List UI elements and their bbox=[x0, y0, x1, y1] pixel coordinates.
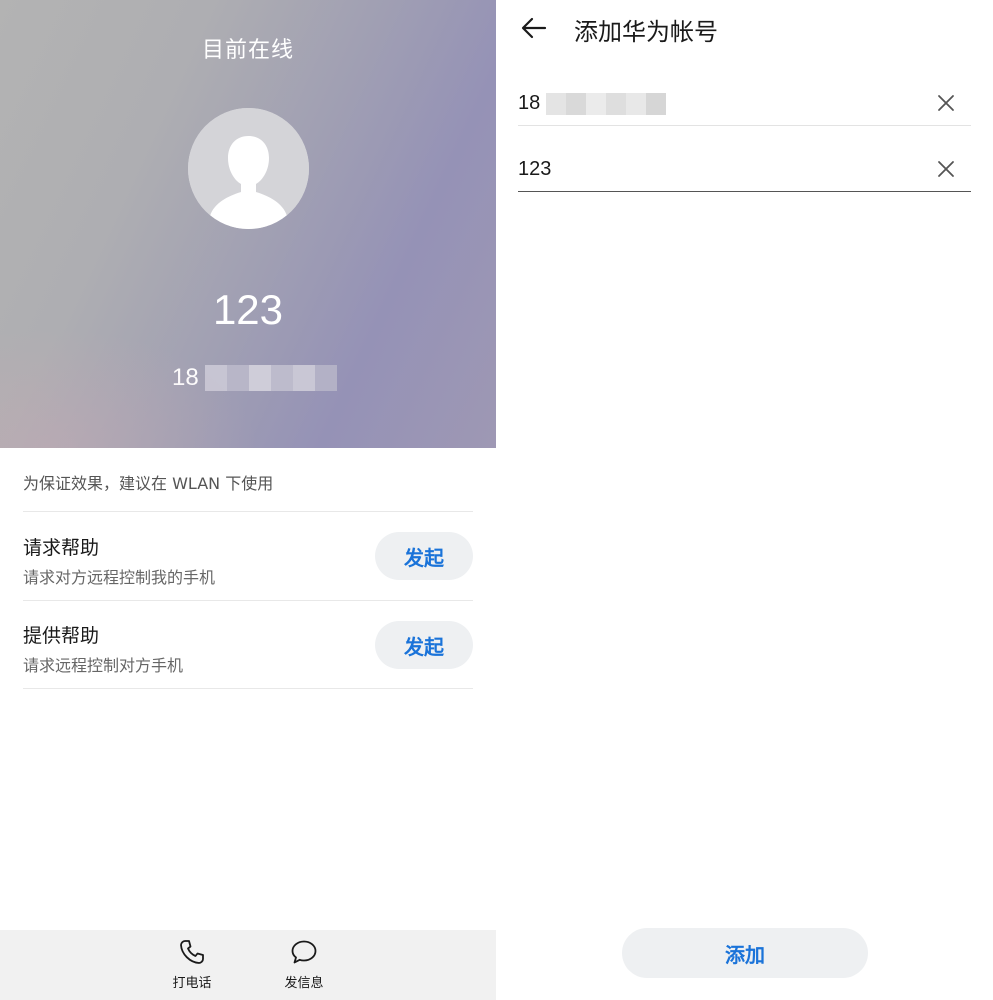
back-button[interactable] bbox=[518, 12, 550, 44]
add-huawei-account-screen: 添加华为帐号 18 123 添加 bbox=[496, 0, 993, 1000]
phone-icon bbox=[180, 940, 204, 964]
close-icon[interactable] bbox=[935, 92, 957, 114]
call-label: 打电话 bbox=[172, 976, 212, 991]
divider bbox=[23, 688, 473, 689]
contact-header: 目前在线 123 18 bbox=[0, 0, 496, 448]
nickname-input[interactable]: 123 bbox=[518, 148, 971, 192]
divider bbox=[23, 511, 473, 512]
contact-phone-text: 18 bbox=[172, 364, 199, 391]
request-help-start-button[interactable]: 发起 bbox=[375, 532, 473, 580]
person-icon bbox=[188, 108, 309, 229]
contact-name: 123 bbox=[212, 286, 284, 333]
message-label: 发信息 bbox=[284, 976, 324, 991]
nickname-input-value: 123 bbox=[518, 158, 552, 180]
message-icon bbox=[291, 940, 317, 964]
provide-help-title: 提供帮助 bbox=[23, 625, 100, 647]
account-input-value: 18 bbox=[518, 92, 541, 114]
online-status: 目前在线 bbox=[201, 38, 294, 63]
account-input[interactable]: 18 bbox=[518, 82, 971, 126]
back-arrow-icon bbox=[521, 17, 547, 39]
bottom-action-bar: 打电话 发信息 bbox=[0, 930, 496, 1000]
close-icon[interactable] bbox=[935, 158, 957, 180]
account-input-value-wrap: 18 bbox=[518, 92, 667, 115]
call-button[interactable]: 打电话 bbox=[162, 938, 222, 991]
page-title: 添加华为帐号 bbox=[574, 18, 718, 46]
provide-help-subtitle: 请求远程控制对方手机 bbox=[23, 656, 184, 675]
provide-help-start-button[interactable]: 发起 bbox=[375, 621, 473, 669]
request-help-subtitle: 请求对方远程控制我的手机 bbox=[23, 568, 216, 587]
phone-mosaic bbox=[204, 365, 337, 391]
contact-phone: 18 bbox=[172, 364, 337, 392]
avatar bbox=[188, 108, 309, 229]
wlan-tip: 为保证效果，建议在 WLAN 下使用 bbox=[23, 474, 274, 493]
divider bbox=[23, 600, 473, 601]
remote-help-screen: 目前在线 123 18 为保证效果，建议在 WLAN 下使用 请求帮助 请求对方… bbox=[0, 0, 496, 1000]
message-button[interactable]: 发信息 bbox=[274, 938, 334, 991]
add-button[interactable]: 添加 bbox=[622, 928, 868, 978]
account-mosaic bbox=[546, 92, 667, 115]
request-help-title: 请求帮助 bbox=[23, 537, 100, 559]
